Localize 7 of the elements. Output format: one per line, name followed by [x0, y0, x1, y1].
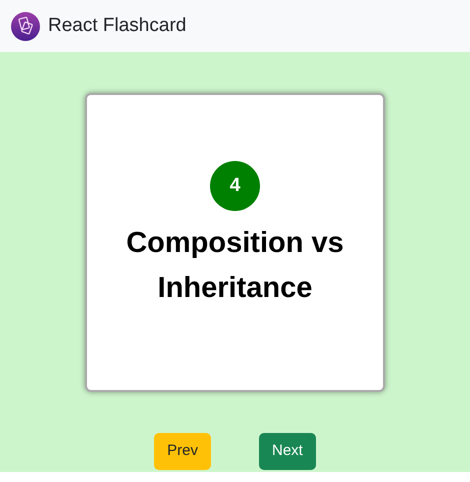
- nav-button[interactable]: Prev: [154, 433, 211, 470]
- flashcard[interactable]: 4 Composition vs Inheritance: [85, 93, 385, 392]
- card-title: Composition vs Inheritance: [125, 226, 345, 306]
- number-badge: 4: [210, 161, 260, 211]
- app-title: React Flashcard: [48, 14, 186, 38]
- cards-logo-icon: [11, 12, 40, 40]
- nav-button[interactable]: Next: [259, 433, 316, 470]
